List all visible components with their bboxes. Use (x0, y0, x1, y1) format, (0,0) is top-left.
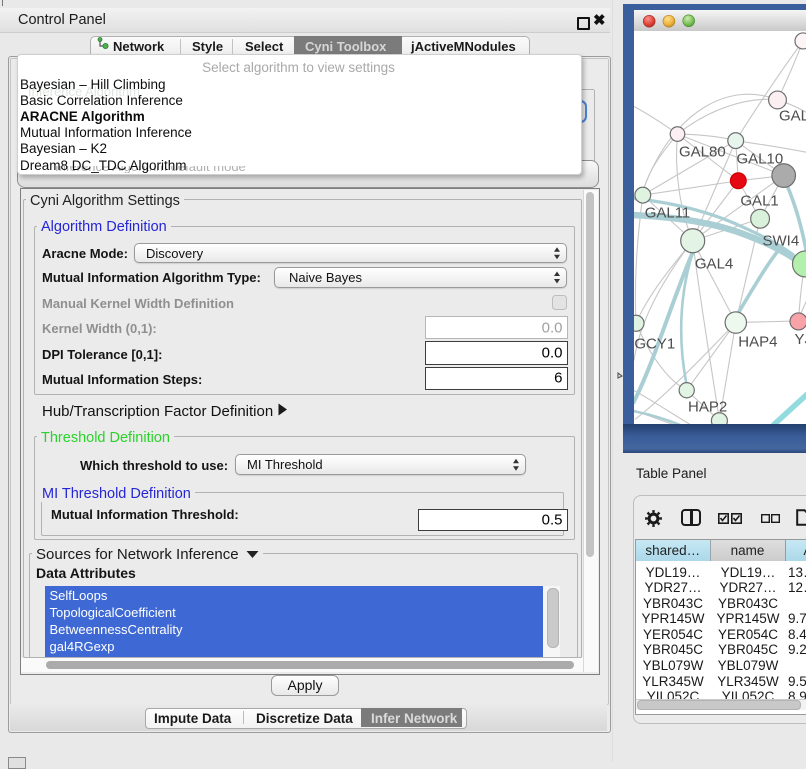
svg-text:GAL7: GAL7 (779, 107, 806, 124)
svg-text:GAL1: GAL1 (740, 192, 778, 209)
svg-text:GAL10: GAL10 (737, 150, 784, 167)
svg-text:YJ: YJ (795, 331, 806, 348)
svg-text:GAL80: GAL80 (679, 143, 726, 160)
svg-text:GCY1: GCY1 (634, 335, 675, 352)
svg-text:SWI4: SWI4 (763, 232, 800, 249)
svg-text:GAL4: GAL4 (695, 255, 733, 272)
svg-text:HAP2: HAP2 (688, 398, 727, 415)
svg-text:GAL11: GAL11 (645, 204, 691, 221)
svg-text:HAP4: HAP4 (738, 333, 777, 350)
